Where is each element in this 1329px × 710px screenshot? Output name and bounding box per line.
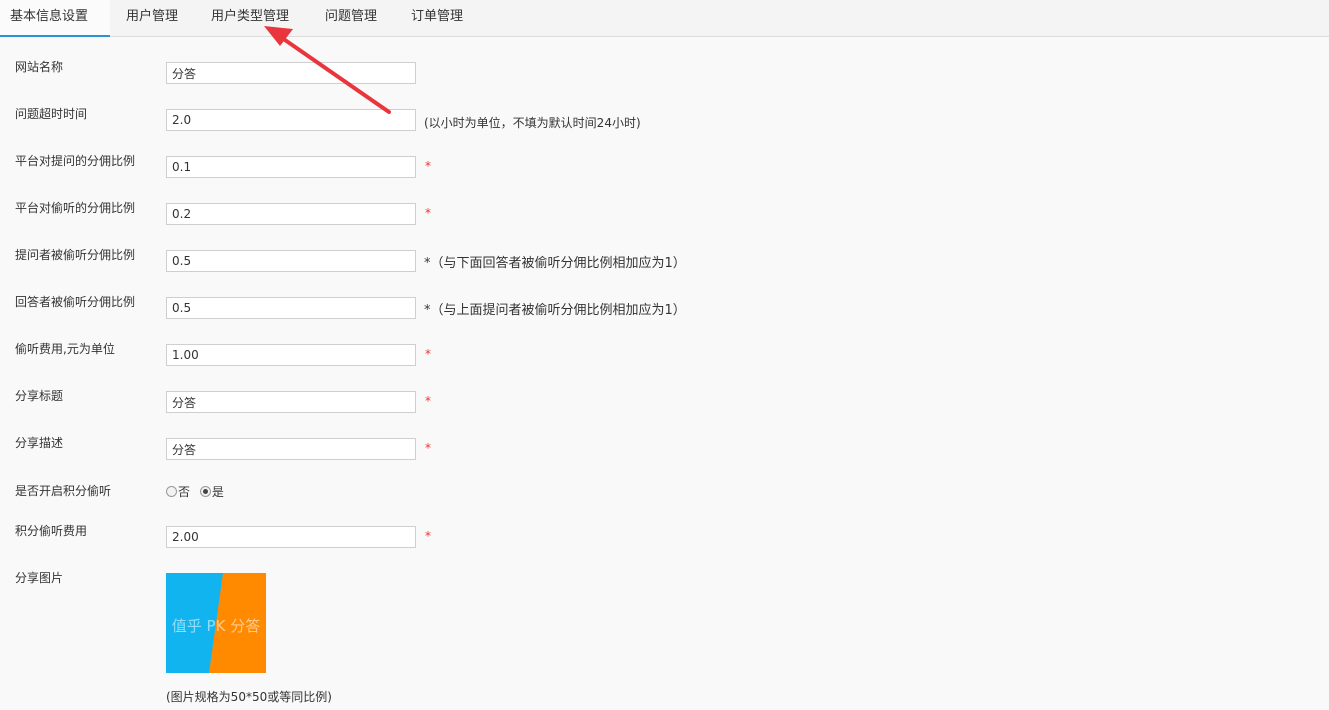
share-image-preview[interactable]: 值乎 PK 分答: [166, 573, 266, 673]
listen-fee-label: 偷听费用,元为单位: [15, 342, 115, 356]
tab-bar: 基本信息设置 用户管理 用户类型管理 问题管理 订单管理: [0, 0, 1329, 37]
timeout-hint: (以小时为单位，不填为默认时间24小时): [424, 116, 641, 130]
answerer-ratio-hint: *（与上面提问者被偷听分佣比例相加应为1）: [424, 299, 686, 318]
required-mark: *: [425, 206, 431, 220]
platform-listen-ratio-label: 平台对偷听的分佣比例: [15, 201, 136, 215]
required-mark: *: [425, 441, 431, 455]
site-name-label: 网站名称: [15, 60, 64, 74]
points-fee-label: 积分偷听费用: [15, 524, 88, 538]
radio-button-no[interactable]: [166, 486, 177, 497]
site-name-input[interactable]: [166, 62, 416, 84]
required-mark: *: [425, 394, 431, 408]
tab-order-management[interactable]: 订单管理: [411, 0, 463, 37]
share-title-input[interactable]: [166, 391, 416, 413]
required-mark: *: [425, 347, 431, 361]
asker-ratio-label: 提问者被偷听分佣比例: [15, 248, 136, 262]
share-image-graphic: 值乎 PK 分答: [166, 573, 266, 673]
timeout-input[interactable]: [166, 109, 416, 131]
points-listen-radio-group: 否 是: [166, 483, 230, 500]
radio-option-no[interactable]: 否: [166, 483, 190, 500]
radio-label-yes: 是: [211, 485, 224, 499]
timeout-label: 问题超时时间: [15, 107, 88, 121]
radio-button-yes[interactable]: [199, 486, 211, 497]
share-title-label: 分享标题: [15, 389, 64, 403]
tab-basic-settings[interactable]: 基本信息设置: [0, 0, 110, 37]
share-desc-input[interactable]: [166, 438, 416, 460]
listen-fee-input[interactable]: [166, 344, 416, 366]
hint-text: （与上面提问者被偷听分佣比例相加应为1）: [430, 303, 686, 318]
radio-label-no: 否: [178, 485, 191, 499]
asker-ratio-hint: *（与下面回答者被偷听分佣比例相加应为1）: [424, 252, 686, 271]
radio-option-yes[interactable]: 是: [199, 483, 224, 500]
tab-user-type-management[interactable]: 用户类型管理: [211, 0, 289, 37]
required-mark: *: [425, 529, 431, 543]
required-mark: *: [425, 159, 431, 173]
asker-ratio-input[interactable]: [166, 250, 416, 272]
answerer-ratio-label: 回答者被偷听分佣比例: [15, 295, 136, 309]
share-desc-label: 分享描述: [15, 436, 64, 450]
answerer-ratio-input[interactable]: [166, 297, 416, 319]
hint-text: （与下面回答者被偷听分佣比例相加应为1）: [430, 256, 686, 271]
share-image-text: 值乎 PK 分答: [172, 617, 260, 635]
platform-ask-ratio-label: 平台对提问的分佣比例: [15, 154, 136, 168]
share-image-caption: (图片规格为50*50或等同比例): [166, 690, 332, 704]
points-listen-label: 是否开启积分偷听: [15, 484, 112, 498]
points-fee-input[interactable]: [166, 526, 416, 548]
tab-user-management[interactable]: 用户管理: [126, 0, 178, 37]
tab-question-management[interactable]: 问题管理: [325, 0, 377, 37]
platform-listen-ratio-input[interactable]: [166, 203, 416, 225]
share-image-label: 分享图片: [15, 571, 64, 585]
platform-ask-ratio-input[interactable]: [166, 156, 416, 178]
